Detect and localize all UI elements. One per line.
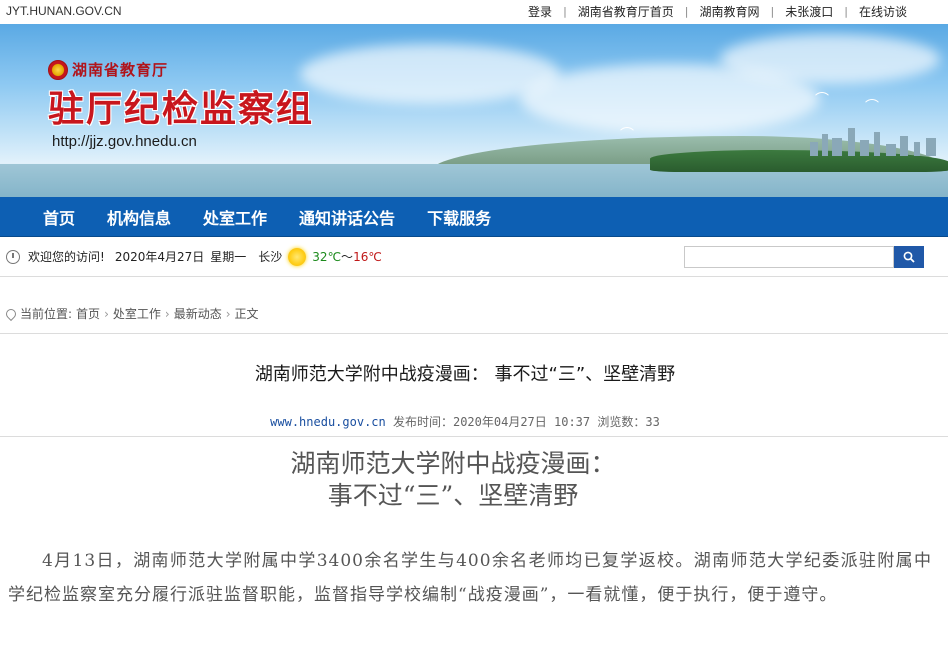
nav-organization[interactable]: 机构信息 xyxy=(91,205,187,229)
department-name: 湖南省教育厅 xyxy=(72,61,169,79)
top-bar: JYT.HUNAN.GOV.CN 登录 | 湖南省教育厅首页 | 湖南教育网 |… xyxy=(0,0,948,24)
hunan-education-link[interactable]: 湖南教育网 xyxy=(689,3,771,20)
top-links: 登录 | 湖南省教育厅首页 | 湖南教育网 | 未张渡口 | 在线访谈 xyxy=(517,3,918,20)
site-url: http://jjz.gov.hnedu.cn xyxy=(52,133,197,150)
education-dept-home-link[interactable]: 湖南省教育厅首页 xyxy=(567,3,685,20)
weather-city: 长沙 xyxy=(258,250,283,264)
article-title: 湖南师范大学附中战疫漫画： 事不过“三”、坚壁清野 xyxy=(254,364,676,385)
welcome-bar: 欢迎您的访问! 2020年4月27日 星期一 长沙 32℃ ～ 16℃ xyxy=(0,237,948,277)
login-link[interactable]: 登录 xyxy=(517,3,563,20)
breadcrumb-home[interactable]: 首页 xyxy=(76,305,100,322)
weekday: 星期一 xyxy=(210,250,247,264)
article-headline: 湖南师范大学附中战疫漫画： 事不过“三”、坚壁清野 xyxy=(0,448,906,512)
bird-icon: ⌒ xyxy=(815,92,829,108)
chevron-right-icon: › xyxy=(225,306,231,321)
breadcrumb: 当前位置: 首页 › 处室工作 › 最新动态 › 正文 xyxy=(0,294,948,334)
temperature-low: 16℃ xyxy=(353,249,382,264)
breadcrumb-current: 正文 xyxy=(234,307,259,321)
skyline-decoration xyxy=(800,124,948,156)
main-nav: 首页 机构信息 处室工作 通知讲话公告 下载服务 xyxy=(0,197,948,237)
ferry-link[interactable]: 未张渡口 xyxy=(774,3,844,20)
location-pin-icon xyxy=(3,306,19,321)
site-title: 驻厅纪检监察组 xyxy=(48,89,315,130)
welcome-text: 欢迎您的访问! xyxy=(28,250,105,264)
breadcrumb-label: 当前位置: xyxy=(20,307,73,321)
site-domain: JYT.HUNAN.GOV.CN xyxy=(6,4,122,18)
article-paragraph: 4月13日，湖南师范大学附属中学3400余名学生与400余名老师均已复学返校。湖… xyxy=(8,551,932,605)
header-banner: ⌒ ⌒ ⌒ 湖南省教育厅 驻厅纪检监察组 http://jjz.gov.hned… xyxy=(0,24,948,197)
temperature-high: 32℃ xyxy=(312,249,342,264)
breadcrumb-office-work[interactable]: 处室工作 xyxy=(113,305,161,322)
national-emblem-icon xyxy=(48,60,68,80)
nav-office-work[interactable]: 处室工作 xyxy=(187,205,283,229)
chevron-right-icon: › xyxy=(104,306,109,321)
cloud-decoration xyxy=(720,34,940,84)
headline-line: 事不过“三”、坚壁清野 xyxy=(327,481,579,510)
view-count: 浏览数：33 xyxy=(597,415,660,429)
nav-home[interactable]: 首页 xyxy=(27,205,91,229)
search-input[interactable] xyxy=(684,246,894,268)
clock-icon xyxy=(6,249,20,264)
divider xyxy=(0,436,948,437)
chevron-right-icon: › xyxy=(164,306,170,321)
breadcrumb-latest-news[interactable]: 最新动态 xyxy=(174,305,222,322)
nav-notices[interactable]: 通知讲话公告 xyxy=(283,205,411,229)
search-button[interactable] xyxy=(894,246,924,268)
nav-downloads[interactable]: 下载服务 xyxy=(411,205,507,229)
article-source[interactable]: www.hnedu.gov.cn xyxy=(270,415,386,429)
sunny-icon xyxy=(288,247,307,266)
bird-icon: ⌒ xyxy=(620,127,634,143)
headline-line: 湖南师范大学附中战疫漫画： xyxy=(290,449,616,478)
online-interview-link[interactable]: 在线访谈 xyxy=(848,3,918,20)
current-date: 2020年4月27日 xyxy=(114,250,205,264)
search-box xyxy=(684,246,924,268)
article-meta: www.hnedu.gov.cn 发布时间：2020年04月27日 10:37 … xyxy=(0,413,930,430)
bird-icon: ⌒ xyxy=(865,99,879,115)
publish-time: 发布时间：2020年04月27日 10:37 xyxy=(392,415,591,429)
search-icon xyxy=(903,251,915,263)
temperature-separator: ～ xyxy=(341,250,354,264)
